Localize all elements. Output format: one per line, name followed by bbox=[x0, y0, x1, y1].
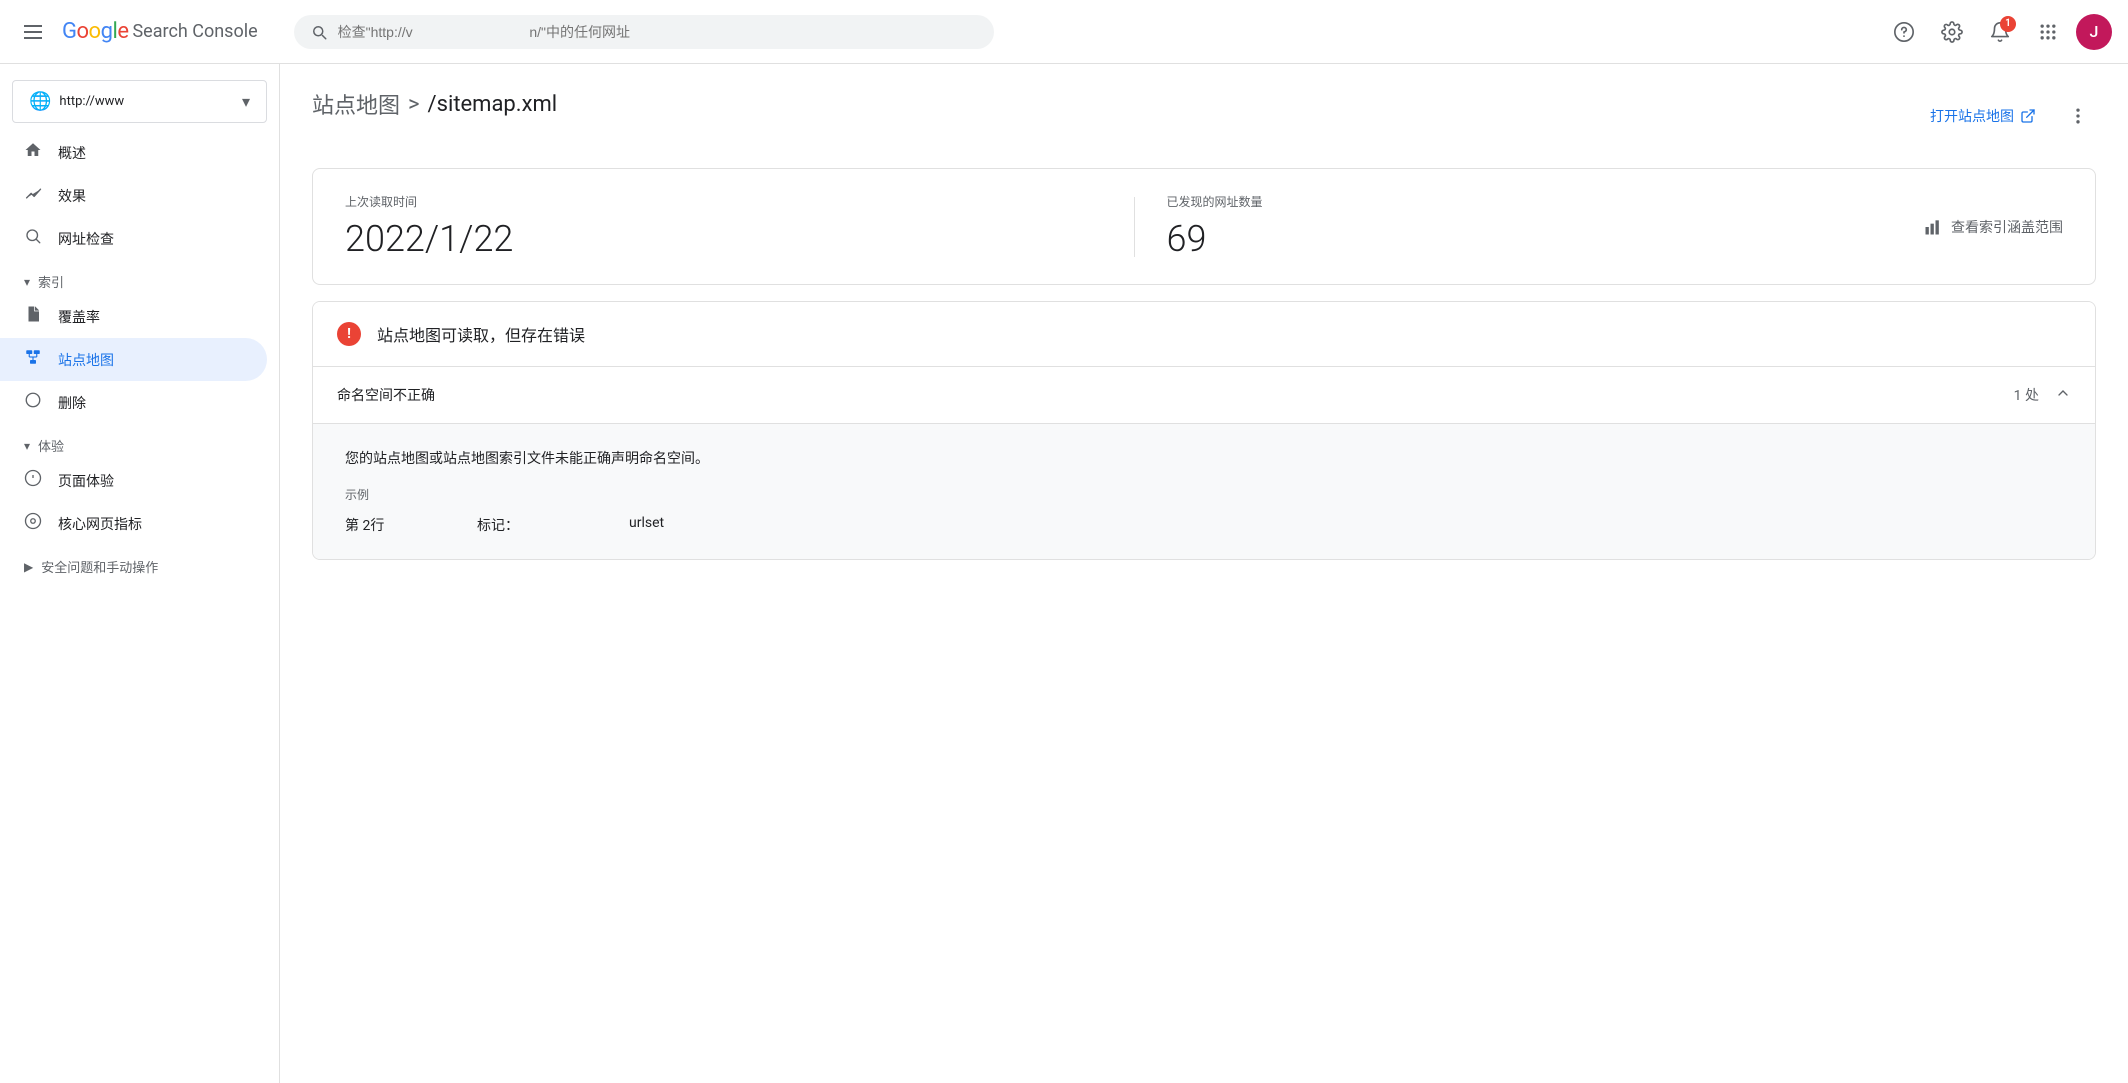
error-icon: ! bbox=[337, 322, 361, 346]
sitemaps-icon bbox=[24, 348, 42, 371]
breadcrumb: 站点地图 > /sitemap.xml bbox=[312, 88, 557, 120]
example-tag-label: 标记： bbox=[477, 515, 597, 535]
hamburger-menu-icon[interactable] bbox=[16, 17, 50, 47]
header-right: 1 J bbox=[1884, 12, 2112, 52]
sidebar: 🌐 http://www ▾ 概述 效果 网址检查 ▾ 索引 bbox=[0, 64, 280, 1083]
coverage-action-label: 查看索引涵盖范围 bbox=[1951, 217, 2063, 237]
sidebar-item-performance[interactable]: 效果 bbox=[0, 174, 267, 217]
error-row[interactable]: 命名空间不正确 1 处 bbox=[313, 367, 2095, 424]
page-header-row: 站点地图 > /sitemap.xml 打开站点地图 bbox=[312, 88, 2096, 144]
search-icon bbox=[310, 23, 328, 41]
open-sitemap-button[interactable]: 打开站点地图 bbox=[1918, 98, 2048, 134]
index-section-header[interactable]: ▾ 索引 bbox=[0, 260, 279, 295]
sidebar-item-removals[interactable]: 删除 bbox=[0, 381, 267, 424]
removals-icon bbox=[24, 391, 42, 414]
error-row-count: 1 处 bbox=[2014, 385, 2039, 405]
error-detail: 您的站点地图或站点地图索引文件未能正确声明命名空间。 示例 第 2行 标记： u… bbox=[313, 424, 2095, 559]
discovered-stat: 已发现的网址数量 69 bbox=[1167, 193, 1924, 260]
sidebar-item-url-inspection[interactable]: 网址检查 bbox=[0, 217, 267, 260]
site-selector[interactable]: 🌐 http://www ▾ bbox=[12, 80, 267, 123]
layout: 🌐 http://www ▾ 概述 效果 网址检查 ▾ 索引 bbox=[0, 64, 2128, 1083]
open-sitemap-label: 打开站点地图 bbox=[1930, 106, 2014, 126]
avatar[interactable]: J bbox=[2076, 14, 2112, 50]
example-line: 第 2行 bbox=[345, 515, 445, 535]
sidebar-label-coverage: 覆盖率 bbox=[58, 307, 100, 327]
last-read-label: 上次读取时间 bbox=[345, 193, 1102, 210]
last-read-value: 2022/1/22 bbox=[345, 218, 1102, 260]
stats-card: 上次读取时间 2022/1/22 已发现的网址数量 69 查看索引涵盖范围 bbox=[312, 168, 2096, 285]
site-selector-arrow-icon: ▾ bbox=[242, 92, 250, 111]
help-icon[interactable] bbox=[1884, 12, 1924, 52]
sidebar-label-page-experience: 页面体验 bbox=[58, 471, 114, 491]
error-header: ! 站点地图可读取，但存在错误 bbox=[313, 302, 2095, 367]
experience-section-arrow: ▾ bbox=[24, 439, 30, 453]
example-label: 示例 bbox=[345, 486, 2063, 503]
sidebar-label-performance: 效果 bbox=[58, 186, 86, 206]
coverage-icon bbox=[24, 305, 42, 328]
url-inspect-icon bbox=[24, 227, 42, 250]
sidebar-item-core-web-vitals[interactable]: 核心网页指标 bbox=[0, 502, 267, 545]
last-read-stat: 上次读取时间 2022/1/22 bbox=[345, 193, 1102, 260]
security-section-header[interactable]: ▶ 安全问题和手动操作 bbox=[0, 545, 279, 580]
index-section-arrow: ▾ bbox=[24, 275, 30, 289]
breadcrumb-current: /sitemap.xml bbox=[428, 92, 558, 117]
experience-section-header[interactable]: ▾ 体验 bbox=[0, 424, 279, 459]
discovered-label: 已发现的网址数量 bbox=[1167, 193, 1924, 210]
example-tag-value: urlset bbox=[629, 515, 664, 535]
core-web-vitals-icon bbox=[24, 512, 42, 535]
error-card: ! 站点地图可读取，但存在错误 命名空间不正确 1 处 您的站点地图或站点地图索… bbox=[312, 301, 2096, 560]
site-globe-icon: 🌐 bbox=[29, 91, 51, 112]
apps-icon[interactable] bbox=[2028, 12, 2068, 52]
site-url: http://www bbox=[59, 94, 234, 109]
sidebar-label-core-web-vitals: 核心网页指标 bbox=[58, 514, 142, 534]
header-left: Google Search Console bbox=[16, 17, 258, 47]
more-options-button[interactable] bbox=[2060, 98, 2096, 134]
search-bar[interactable] bbox=[294, 15, 994, 49]
sidebar-item-coverage[interactable]: 覆盖率 bbox=[0, 295, 267, 338]
home-icon bbox=[24, 141, 42, 164]
notification-icon[interactable]: 1 bbox=[1980, 12, 2020, 52]
breadcrumb-separator: > bbox=[408, 92, 420, 117]
page-experience-icon bbox=[24, 469, 42, 492]
chevron-up-icon bbox=[2055, 385, 2071, 405]
logo: Google Search Console bbox=[62, 19, 258, 44]
sidebar-label-overview: 概述 bbox=[58, 143, 86, 163]
sidebar-item-sitemaps[interactable]: 站点地图 bbox=[0, 338, 267, 381]
index-section-label: 索引 bbox=[38, 272, 64, 291]
performance-icon bbox=[24, 184, 42, 207]
breadcrumb-parent[interactable]: 站点地图 bbox=[312, 88, 400, 120]
sidebar-label-removals: 删除 bbox=[58, 393, 86, 413]
example-table: 第 2行 标记： urlset bbox=[345, 515, 2063, 535]
sidebar-label-sitemaps: 站点地图 bbox=[58, 350, 114, 370]
notification-badge: 1 bbox=[2000, 16, 2016, 32]
app-title: Search Console bbox=[132, 21, 257, 42]
error-description: 您的站点地图或站点地图索引文件未能正确声明命名空间。 bbox=[345, 448, 2063, 470]
sidebar-item-page-experience[interactable]: 页面体验 bbox=[0, 459, 267, 502]
stat-divider bbox=[1134, 197, 1135, 257]
sidebar-label-url-inspection: 网址检查 bbox=[58, 229, 114, 249]
page-actions: 打开站点地图 bbox=[1918, 98, 2096, 134]
experience-section-label: 体验 bbox=[38, 436, 64, 455]
header: Google Search Console bbox=[0, 0, 2128, 64]
search-input[interactable] bbox=[338, 24, 978, 40]
error-status-message: 站点地图可读取，但存在错误 bbox=[377, 322, 585, 346]
discovered-value: 69 bbox=[1167, 218, 1924, 260]
security-section-arrow: ▶ bbox=[24, 560, 33, 574]
coverage-action[interactable]: 查看索引涵盖范围 bbox=[1923, 217, 2063, 237]
main-content: 站点地图 > /sitemap.xml 打开站点地图 上次读取时间 2022/1… bbox=[280, 64, 2128, 1083]
settings-icon[interactable] bbox=[1932, 12, 1972, 52]
google-wordmark: Google bbox=[62, 19, 128, 44]
example-row: 第 2行 标记： urlset bbox=[345, 515, 2063, 535]
security-section-label: 安全问题和手动操作 bbox=[41, 557, 158, 576]
error-row-title: 命名空间不正确 bbox=[337, 385, 2014, 405]
sidebar-item-overview[interactable]: 概述 bbox=[0, 131, 267, 174]
